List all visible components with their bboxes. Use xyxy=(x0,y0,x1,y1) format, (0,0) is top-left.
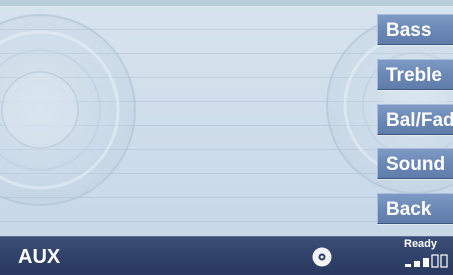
bal-fader-button-label: Bal/Fader xyxy=(386,110,453,131)
bass-button-label: Bass xyxy=(386,20,432,41)
cd-disc-icon xyxy=(312,247,332,267)
signal-strength-icon xyxy=(405,254,448,268)
ready-status-label: Ready xyxy=(404,238,438,250)
back-button-label: Back xyxy=(386,199,432,220)
treble-button-label: Treble xyxy=(386,65,442,86)
back-button[interactable]: Back xyxy=(377,193,453,224)
sound-button[interactable]: Sound xyxy=(377,148,453,179)
left-speaker-graphic xyxy=(0,14,136,206)
status-bar: AUX Ready xyxy=(0,236,453,275)
treble-button[interactable]: Treble xyxy=(377,59,453,90)
bal-fader-button[interactable]: Bal/Fader xyxy=(377,104,453,135)
audio-source-label: AUX xyxy=(18,246,61,268)
bass-button[interactable]: Bass xyxy=(377,14,453,45)
audio-settings-screen: Bass Treble Bal/Fader Sound Back AUX Rea… xyxy=(0,0,453,275)
sound-button-label: Sound xyxy=(386,154,446,175)
